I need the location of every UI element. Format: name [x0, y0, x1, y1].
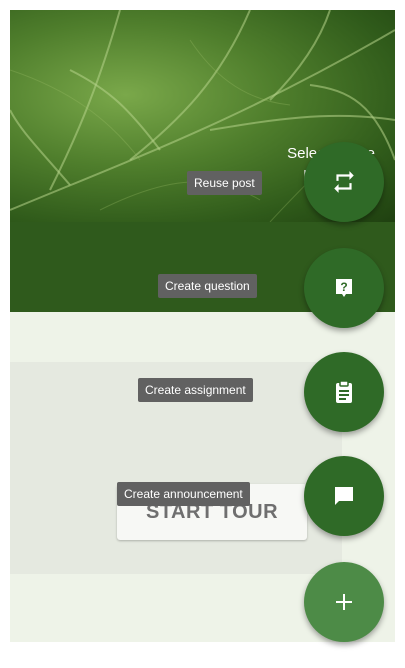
- tooltip-create-question: Create question: [158, 274, 257, 298]
- plus-icon: [336, 594, 352, 610]
- tooltip-create-announcement: Create announcement: [117, 482, 250, 506]
- tooltip-reuse-post: Reuse post: [187, 171, 262, 195]
- create-announcement-button[interactable]: [304, 456, 384, 536]
- question-icon: ?: [336, 279, 352, 297]
- speed-dial-main-button[interactable]: [304, 562, 384, 642]
- clipboard-icon: [336, 380, 352, 403]
- repeat-icon: [334, 171, 354, 193]
- tooltip-create-assignment: Create assignment: [138, 378, 253, 402]
- svg-text:?: ?: [340, 280, 347, 294]
- create-question-button[interactable]: ?: [304, 248, 384, 328]
- chat-icon: [335, 487, 353, 505]
- reuse-post-button[interactable]: [304, 142, 384, 222]
- create-assignment-button[interactable]: [304, 352, 384, 432]
